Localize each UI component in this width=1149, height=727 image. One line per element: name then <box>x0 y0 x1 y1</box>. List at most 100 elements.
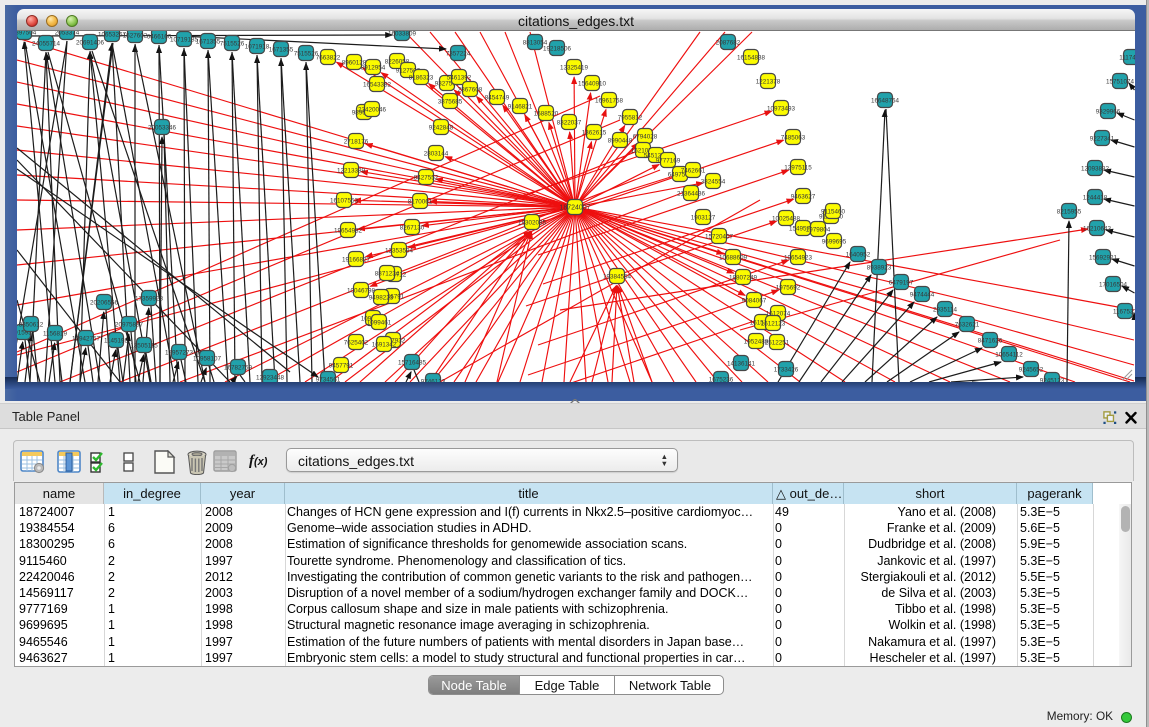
svg-text:1733426: 1733426 <box>774 366 799 373</box>
svg-text:13505115: 13505115 <box>130 342 158 349</box>
svg-text:1167533: 1167533 <box>1113 308 1135 315</box>
svg-text:7485063: 7485063 <box>781 134 806 141</box>
svg-text:5461392: 5461392 <box>447 74 472 81</box>
svg-text:23420046: 23420046 <box>358 106 387 113</box>
svg-text:1156819: 1156819 <box>43 330 68 337</box>
svg-text:20691406: 20691406 <box>76 39 105 46</box>
svg-text:10654112: 10654112 <box>995 351 1023 358</box>
svg-text:10719185: 10719185 <box>170 36 199 43</box>
svg-text:12975115: 12975115 <box>784 164 812 171</box>
svg-text:2718176: 2718176 <box>344 138 369 145</box>
svg-text:7955812: 7955812 <box>618 114 643 121</box>
svg-text:1640952: 1640952 <box>846 251 871 258</box>
svg-text:16961758: 16961758 <box>595 97 624 104</box>
svg-text:9146821: 9146821 <box>508 103 533 110</box>
svg-text:1979804: 1979804 <box>806 226 831 233</box>
svg-text:1071918: 1071918 <box>245 43 270 50</box>
svg-text:9777169: 9777169 <box>656 157 681 164</box>
svg-text:13325419: 13325419 <box>560 64 589 71</box>
svg-text:18807249: 18807249 <box>729 274 758 281</box>
svg-text:9463627: 9463627 <box>791 193 816 200</box>
svg-text:1527602: 1527602 <box>123 32 148 39</box>
svg-text:15716485: 15716485 <box>398 359 427 366</box>
svg-text:18724007: 18724007 <box>559 204 590 211</box>
svg-text:1691342: 1691342 <box>372 341 397 348</box>
svg-text:20975887: 20975887 <box>115 321 144 328</box>
svg-text:3824554: 3824554 <box>701 178 726 185</box>
svg-text:15640910: 15640910 <box>578 80 607 87</box>
svg-text:2087682: 2087682 <box>716 39 741 46</box>
svg-text:1099461: 1099461 <box>367 319 392 326</box>
svg-text:9746123: 9746123 <box>421 378 446 382</box>
svg-text:6466160: 6466160 <box>147 33 172 40</box>
svg-text:8186323: 8186323 <box>409 74 434 81</box>
svg-text:17359928: 17359928 <box>135 295 164 302</box>
svg-text:9734561: 9734561 <box>316 376 341 382</box>
svg-text:2867608: 2867608 <box>458 86 483 93</box>
svg-text:16648764: 16648764 <box>871 97 900 104</box>
svg-text:1588520: 1588520 <box>534 110 559 117</box>
svg-text:1903127: 1903127 <box>691 214 716 221</box>
svg-text:2935114: 2935114 <box>933 306 958 313</box>
svg-text:8427552: 8427552 <box>414 174 439 181</box>
svg-text:1145193: 1145193 <box>104 337 129 344</box>
svg-text:17957273: 17957273 <box>165 349 194 356</box>
svg-text:7632621: 7632621 <box>955 321 980 328</box>
svg-text:9474444: 9474444 <box>910 291 935 298</box>
svg-text:16033809: 16033809 <box>388 31 417 37</box>
svg-text:12213389: 12213389 <box>337 167 366 174</box>
svg-text:8454749: 8454749 <box>485 94 510 101</box>
svg-text:9084067: 9084067 <box>742 297 767 304</box>
svg-text:16543382: 16543382 <box>363 81 392 88</box>
svg-text:7663822: 7663822 <box>316 54 341 61</box>
svg-text:9498223: 9498223 <box>369 294 394 301</box>
svg-text:8215955: 8215955 <box>1057 208 1082 215</box>
svg-text:2053374: 2053374 <box>55 31 80 36</box>
svg-text:19384554: 19384554 <box>603 273 632 280</box>
svg-text:12942757: 12942757 <box>72 335 101 342</box>
svg-text:17016504: 17016504 <box>1099 281 1128 288</box>
svg-text:6479197: 6479197 <box>889 279 914 286</box>
svg-text:8170061: 8170061 <box>408 198 433 205</box>
svg-text:8267130: 8267130 <box>400 224 425 231</box>
svg-text:16782759: 16782759 <box>224 364 253 371</box>
svg-text:1675236: 1675236 <box>709 376 734 382</box>
svg-text:20053346: 20053346 <box>148 124 177 131</box>
svg-text:1612123: 1612123 <box>761 320 786 327</box>
svg-text:7357224: 7357224 <box>446 50 471 57</box>
svg-text:1244418: 1244418 <box>1083 194 1108 201</box>
svg-text:21364436: 21364436 <box>677 190 706 197</box>
svg-text:12093832: 12093832 <box>1081 165 1110 172</box>
svg-text:6794028: 6794028 <box>633 133 658 140</box>
svg-text:9245652: 9245652 <box>1019 366 1044 373</box>
svg-text:18302035: 18302035 <box>518 219 547 226</box>
svg-text:12923448: 12923448 <box>256 374 285 381</box>
svg-text:9115460: 9115460 <box>821 208 846 215</box>
svg-text:7625402: 7625402 <box>344 339 369 346</box>
svg-text:16210643: 16210643 <box>1083 225 1112 232</box>
svg-text:8871234: 8871234 <box>375 270 400 277</box>
svg-text:8938923: 8938923 <box>867 264 892 271</box>
svg-text:20206556: 20206556 <box>90 299 119 306</box>
svg-text:8322037: 8322037 <box>557 119 582 126</box>
svg-text:9242848: 9242848 <box>429 124 454 131</box>
svg-text:1975692: 1975692 <box>776 284 801 291</box>
svg-text:9227341: 9227341 <box>1090 135 1115 142</box>
svg-text:19218506: 19218506 <box>543 45 572 52</box>
svg-text:14136141: 14136141 <box>727 360 756 367</box>
svg-text:15692921: 15692921 <box>1089 254 1118 261</box>
svg-text:8912954: 8912954 <box>361 64 386 71</box>
svg-text:16107553: 16107553 <box>330 197 359 204</box>
svg-text:19166827: 19166827 <box>342 256 371 263</box>
svg-text:19654932: 19654932 <box>334 227 363 234</box>
svg-text:9457791: 9457791 <box>329 362 354 369</box>
svg-text:10046798: 10046798 <box>347 287 376 294</box>
svg-text:1671355: 1671355 <box>269 46 294 53</box>
svg-text:9329966: 9329966 <box>1096 108 1121 115</box>
svg-text:15751074: 15751074 <box>1106 78 1135 85</box>
svg-text:1671355: 1671355 <box>196 38 221 45</box>
svg-text:2803144: 2803144 <box>424 150 449 157</box>
svg-text:1897504: 1897504 <box>17 31 37 36</box>
svg-text:7462661: 7462661 <box>681 167 706 174</box>
svg-text:16154838: 16154838 <box>737 54 766 61</box>
